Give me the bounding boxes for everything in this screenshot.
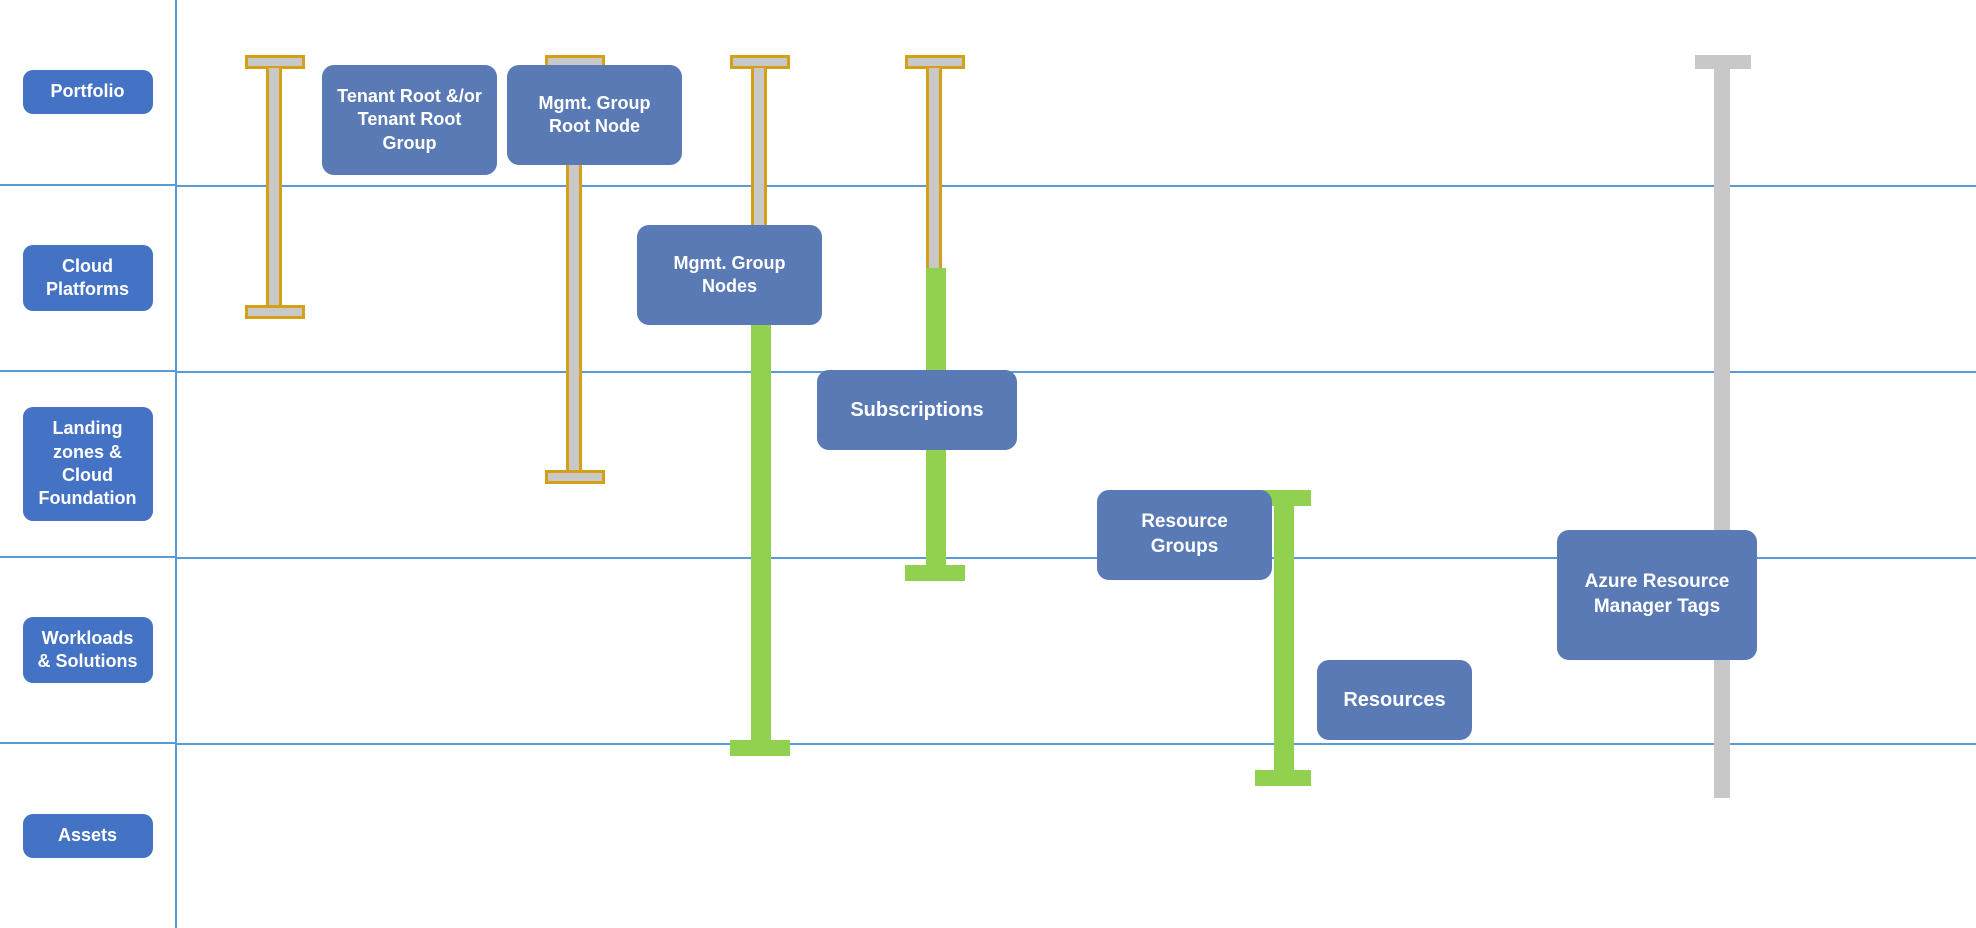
conn3-cap-top bbox=[730, 55, 790, 69]
node-mgmt-group-root: Mgmt. Group Root Node bbox=[507, 65, 682, 165]
conn1-cap-bottom bbox=[245, 305, 305, 319]
h-line-2 bbox=[177, 371, 1976, 373]
node-subscriptions: Subscriptions bbox=[817, 370, 1017, 450]
conn5-cap-bottom bbox=[1255, 770, 1311, 786]
node-tenant-root: Tenant Root &/or Tenant Root Group bbox=[322, 65, 497, 175]
conn1-stem bbox=[266, 68, 282, 318]
label-cell-portfolio: Portfolio bbox=[0, 0, 175, 186]
diagram-container: Portfolio Cloud Platforms Landing zones … bbox=[0, 0, 1976, 928]
label-cell-assets: Assets bbox=[0, 744, 175, 928]
label-portfolio: Portfolio bbox=[23, 70, 153, 113]
node-arm-tags: Azure Resource Manager Tags bbox=[1557, 530, 1757, 660]
main-area: Tenant Root &/or Tenant Root Group Mgmt.… bbox=[175, 0, 1976, 928]
conn1-cap-top bbox=[245, 55, 305, 69]
h-line-4 bbox=[177, 743, 1976, 745]
node-resource-groups: Resource Groups bbox=[1097, 490, 1272, 580]
conn5-stem bbox=[1274, 506, 1294, 786]
conn4-cap-bottom bbox=[905, 565, 965, 581]
label-cell-landing-zones: Landing zones & Cloud Foundation bbox=[0, 372, 175, 558]
labels-column: Portfolio Cloud Platforms Landing zones … bbox=[0, 0, 175, 928]
conn6-stem bbox=[1714, 68, 1730, 798]
label-landing-zones: Landing zones & Cloud Foundation bbox=[23, 407, 153, 521]
conn4-stem-gray bbox=[926, 68, 942, 268]
conn3-cap-bottom bbox=[730, 740, 790, 756]
conn3-stem-green bbox=[751, 253, 771, 753]
label-assets: Assets bbox=[23, 814, 153, 857]
node-resources: Resources bbox=[1317, 660, 1472, 740]
conn4-cap-top bbox=[905, 55, 965, 69]
label-cell-cloud-platforms: Cloud Platforms bbox=[0, 186, 175, 372]
conn6-cap-top bbox=[1695, 55, 1751, 69]
conn2-cap-bottom bbox=[545, 470, 605, 484]
label-workloads: Workloads & Solutions bbox=[23, 617, 153, 684]
h-line-1 bbox=[177, 185, 1976, 187]
node-mgmt-group-nodes: Mgmt. Group Nodes bbox=[637, 225, 822, 325]
label-cloud-platforms: Cloud Platforms bbox=[23, 245, 153, 312]
label-cell-workloads: Workloads & Solutions bbox=[0, 558, 175, 744]
